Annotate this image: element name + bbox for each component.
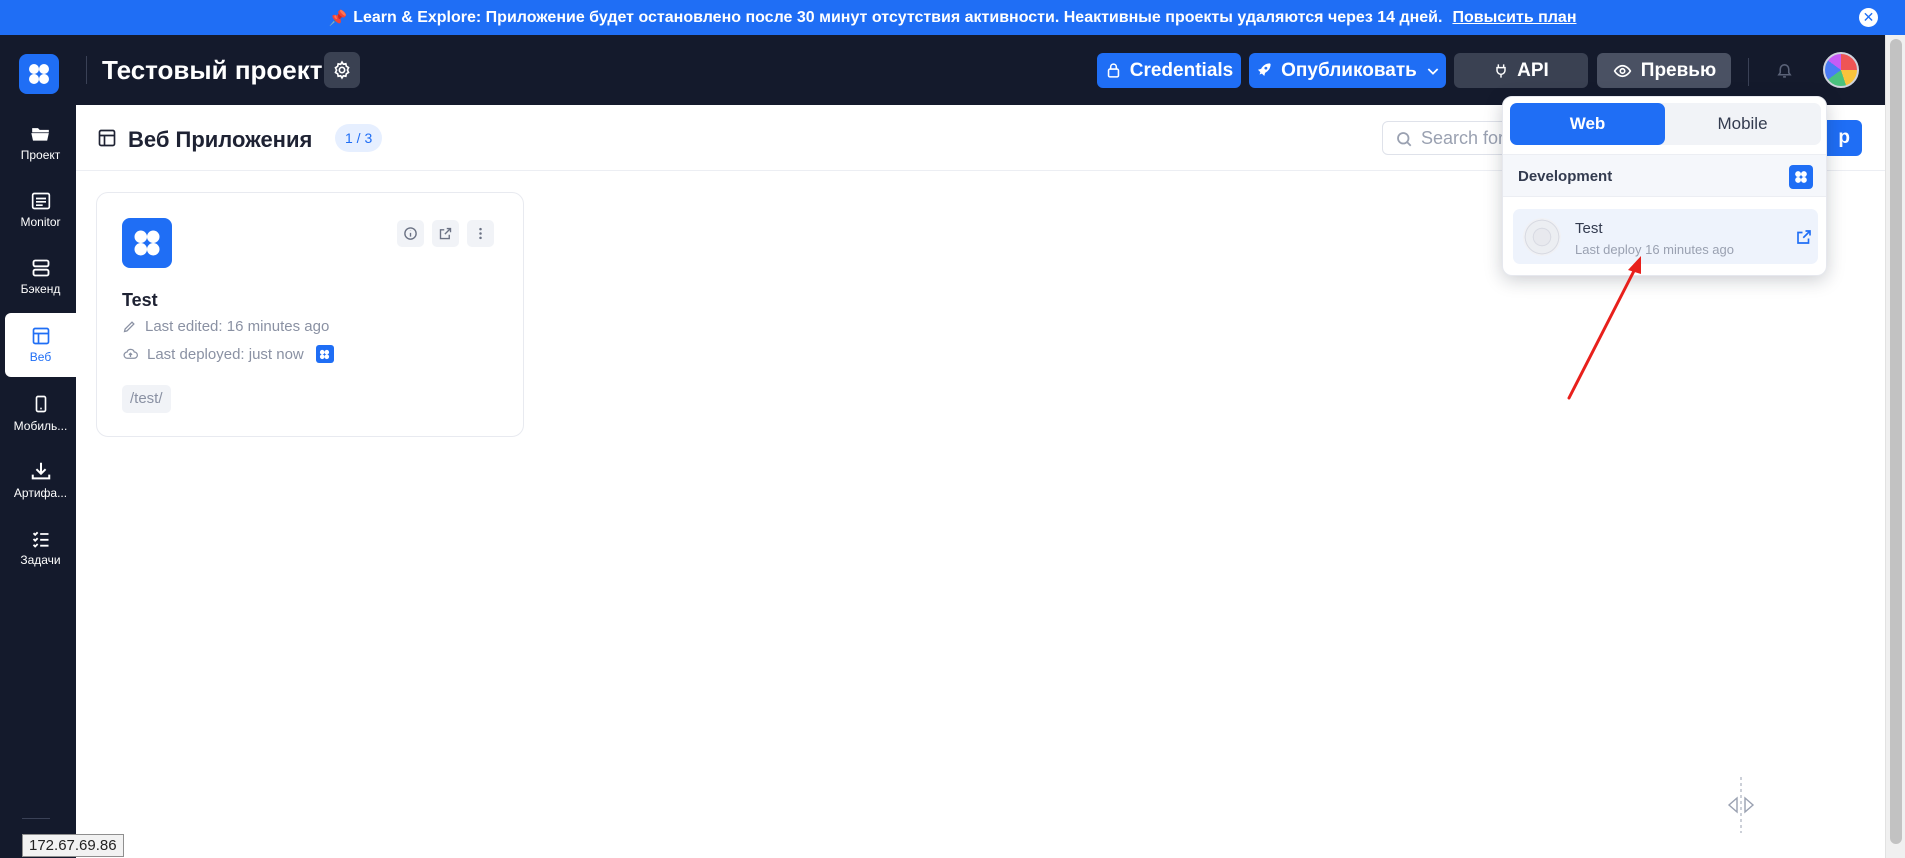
sidebar-item-label: Monitor — [20, 215, 61, 229]
pencil-icon — [123, 321, 135, 333]
banner-text: Learn & Explore: Приложение будет остано… — [353, 8, 1443, 26]
app-name: Test — [122, 290, 158, 310]
search-icon — [1397, 132, 1412, 147]
sidebar-item-web[interactable]: Веб — [5, 313, 76, 377]
last-edited: Last edited: 16 minutes ago — [122, 318, 329, 335]
sidebar-item-artifacts[interactable]: Артифа... — [5, 448, 76, 512]
open-external-button[interactable] — [432, 220, 459, 247]
tab-mobile[interactable]: Mobile — [1665, 103, 1820, 145]
last-deployed: Last deployed: just now — [122, 345, 334, 363]
publish-button[interactable]: Опубликовать — [1249, 53, 1446, 88]
announcement-banner: 📌 Learn & Explore: Приложение будет оста… — [0, 0, 1905, 35]
preview-dropdown: Web Mobile Development Test Last deploy … — [1502, 96, 1827, 276]
page-title: Веб Приложения — [128, 127, 313, 152]
app-logo-icon — [122, 218, 172, 268]
layout-icon — [98, 129, 116, 147]
status-url: 172.67.69.86 — [22, 834, 124, 857]
more-vertical-icon — [479, 227, 482, 240]
credentials-button[interactable]: Credentials — [1097, 53, 1241, 88]
lock-icon — [1107, 63, 1119, 78]
folder-icon — [31, 128, 49, 141]
header-divider — [86, 56, 87, 84]
project-settings-button[interactable] — [324, 52, 360, 88]
preview-app-name: Test — [1575, 220, 1603, 237]
user-avatar[interactable] — [1823, 52, 1859, 88]
sidebar-item-tasks[interactable]: Задачи — [5, 516, 76, 580]
last-deployed-text: Last deployed: just now — [147, 345, 304, 363]
sidebar-divider — [22, 818, 50, 819]
sidebar-item-label: Веб — [29, 350, 52, 364]
api-label: API — [1517, 59, 1549, 81]
download-icon — [31, 462, 50, 480]
environment-section: Development — [1503, 154, 1826, 197]
app-logo-icon[interactable] — [19, 54, 59, 94]
layout-icon — [32, 327, 49, 345]
project-title: Тестовый проект — [102, 55, 323, 85]
gear-icon — [334, 60, 350, 80]
publish-label: Опубликовать — [1281, 59, 1417, 81]
info-button[interactable] — [397, 220, 424, 247]
credentials-label: Credentials — [1129, 59, 1234, 81]
sidebar-item-mobile[interactable]: Мобиль... — [5, 381, 76, 445]
notifications-bell-icon[interactable] — [1772, 57, 1796, 83]
more-options-button[interactable] — [467, 220, 494, 247]
monitor-icon — [31, 192, 50, 210]
app-path-tag: /test/ — [122, 385, 171, 413]
last-edited-text: Last edited: 16 minutes ago — [145, 318, 330, 335]
sidebar-item-label: Артифа... — [13, 486, 68, 500]
info-icon — [404, 227, 417, 240]
eye-icon — [1613, 64, 1632, 77]
sidebar-item-label: Проект — [20, 148, 61, 162]
tab-web[interactable]: Web — [1510, 103, 1665, 145]
rocket-icon — [1258, 63, 1271, 77]
sidebar-item-label: Мобиль... — [13, 419, 68, 433]
external-link-icon — [439, 227, 452, 240]
sidebar-item-label: Бэкенд — [20, 282, 61, 296]
server-icon — [32, 259, 49, 277]
apps-count-badge: 1 / 3 — [335, 124, 383, 152]
app-card[interactable]: Test Last edited: 16 minutes ago Last de… — [96, 192, 524, 437]
search-placeholder: Search for — [1421, 127, 1505, 148]
close-banner-icon[interactable]: ✕ — [1859, 8, 1878, 27]
preview-label: Превью — [1640, 59, 1717, 81]
sidebar-item-project[interactable]: Проект — [5, 111, 76, 175]
pin-icon: 📌 — [328, 9, 348, 27]
environment-label: Development — [1518, 168, 1613, 185]
sidebar-item-monitor[interactable]: Monitor — [5, 178, 76, 242]
environment-icon — [1789, 165, 1813, 189]
deploy-env-icon — [315, 345, 334, 363]
tasks-icon — [32, 531, 48, 548]
external-link-icon[interactable] — [1795, 228, 1813, 246]
plug-icon — [1496, 63, 1506, 78]
scrollbar-thumb[interactable] — [1890, 39, 1902, 844]
preview-app-deploy-time: Last deploy 16 minutes ago — [1575, 242, 1734, 257]
platform-toggle: Web Mobile — [1510, 103, 1821, 145]
sidebar-item-label: Задачи — [20, 553, 61, 567]
app-header: Тестовый проект Credentials Опубликовать… — [0, 35, 1885, 105]
api-button[interactable]: API — [1454, 53, 1588, 88]
sidebar-item-backend[interactable]: Бэкенд — [5, 245, 76, 309]
page-scrollbar[interactable] — [1885, 35, 1905, 858]
preview-app-item[interactable]: Test Last deploy 16 minutes ago — [1513, 209, 1818, 264]
app-thumbnail — [1523, 218, 1561, 256]
mobile-icon — [35, 395, 46, 413]
preview-button[interactable]: Превью — [1597, 53, 1731, 88]
header-divider-right — [1748, 58, 1749, 86]
cloud-upload-icon — [123, 348, 138, 359]
card-actions — [397, 220, 494, 247]
sidebar: Проект Monitor Бэкенд Веб Мобиль... Арти… — [0, 105, 76, 858]
upgrade-plan-link[interactable]: Повысить план — [1452, 9, 1576, 27]
split-view-handle-icon[interactable] — [1716, 775, 1766, 835]
chevron-down-icon — [1427, 67, 1439, 75]
